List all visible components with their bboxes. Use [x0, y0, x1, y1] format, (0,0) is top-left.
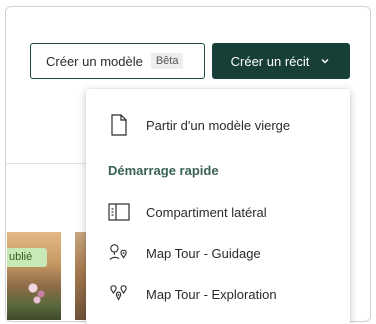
- published-badge: ublié: [7, 248, 47, 267]
- guided-map-tour-icon: [108, 242, 130, 264]
- story-gallery: ublié: [7, 232, 89, 320]
- menu-item-label: Map Tour - Exploration: [146, 286, 277, 302]
- quick-start-heading: Démarrage rapide: [108, 163, 219, 178]
- create-story-label: Créer un récit: [230, 53, 310, 69]
- create-story-button[interactable]: Créer un récit: [212, 43, 350, 79]
- menu-item-label: Map Tour - Guidage: [146, 245, 261, 261]
- create-story-menu: Partir d'un modèle vierge Démarrage rapi…: [86, 89, 350, 324]
- page-divider: [6, 163, 88, 164]
- blank-template-item[interactable]: Partir d'un modèle vierge: [86, 108, 350, 142]
- beta-badge: Bêta: [150, 53, 184, 69]
- menu-item-guided-map-tour[interactable]: Map Tour - Guidage: [86, 236, 350, 270]
- thumbnail-flowers: [27, 276, 47, 306]
- create-template-label: Créer un modèle: [46, 53, 143, 69]
- blank-template-label: Partir d'un modèle vierge: [146, 117, 291, 133]
- blank-page-icon: [108, 114, 130, 136]
- menu-item-label: Compartiment latéral: [146, 204, 267, 220]
- explorer-map-tour-icon: [108, 283, 130, 305]
- chevron-down-icon: [319, 55, 331, 67]
- menu-item-explorer-map-tour[interactable]: Map Tour - Exploration: [86, 277, 350, 311]
- menu-item-sidecar[interactable]: Compartiment latéral: [86, 195, 350, 229]
- story-thumbnail[interactable]: [7, 232, 61, 320]
- sidecar-icon: [108, 201, 130, 223]
- create-template-button[interactable]: Créer un modèle Bêta: [30, 43, 205, 79]
